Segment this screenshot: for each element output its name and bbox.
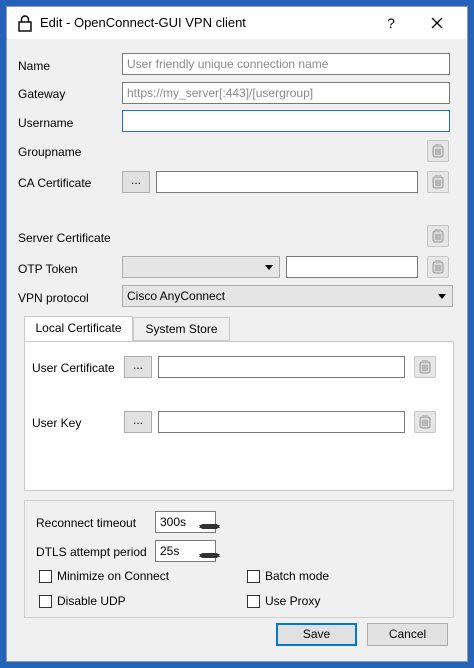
spin-up-button[interactable] bbox=[199, 542, 220, 557]
gateway-input[interactable]: https://my_server[:443]/[usergroup] bbox=[122, 82, 450, 104]
ca-certificate-input[interactable] bbox=[156, 171, 418, 193]
options-group: Reconnect timeout 300s DTLS attempt peri… bbox=[24, 500, 454, 618]
key-icon bbox=[432, 144, 444, 158]
user-certificate-input[interactable] bbox=[158, 356, 405, 378]
key-icon bbox=[432, 260, 444, 274]
key-icon bbox=[432, 229, 444, 243]
spin-buttons[interactable] bbox=[199, 542, 220, 560]
vpn-protocol-label: VPN protocol bbox=[18, 291, 89, 305]
minimize-on-connect-checkbox[interactable] bbox=[39, 570, 52, 583]
chevron-down-icon bbox=[438, 294, 446, 299]
dtls-attempt-period-spinbox[interactable]: 25s bbox=[155, 540, 220, 562]
arrow-down-icon bbox=[199, 525, 220, 538]
vpn-protocol-select[interactable]: Cisco AnyConnect bbox=[122, 285, 453, 307]
ca-certificate-save-button[interactable] bbox=[427, 171, 449, 193]
spin-buttons[interactable] bbox=[199, 513, 220, 531]
user-certificate-label: User Certificate bbox=[32, 361, 115, 375]
lock-icon bbox=[18, 15, 32, 32]
reconnect-timeout-value: 300s bbox=[160, 515, 187, 529]
minimize-on-connect-label: Minimize on Connect bbox=[57, 569, 170, 583]
close-icon bbox=[431, 17, 443, 29]
otp-token-label: OTP Token bbox=[18, 262, 78, 276]
spin-down-button[interactable] bbox=[199, 522, 220, 531]
gateway-placeholder: https://my_server[:443]/[usergroup] bbox=[127, 86, 314, 100]
use-proxy-checkbox[interactable] bbox=[247, 595, 260, 608]
disable-udp-checkbox[interactable] bbox=[39, 595, 52, 608]
user-key-save-button[interactable] bbox=[414, 411, 436, 433]
user-certificate-browse-button[interactable]: ... bbox=[124, 356, 152, 378]
batch-mode-label: Batch mode bbox=[265, 569, 330, 583]
help-button[interactable]: ? bbox=[380, 13, 402, 33]
tab-system-store[interactable]: System Store bbox=[133, 317, 230, 341]
groupname-label: Groupname bbox=[18, 145, 82, 159]
server-certificate-save-button[interactable] bbox=[427, 225, 449, 247]
server-certificate-label: Server Certificate bbox=[18, 231, 111, 245]
gateway-label: Gateway bbox=[18, 87, 66, 101]
groupname-save-button[interactable] bbox=[427, 140, 449, 162]
arrow-down-icon bbox=[199, 554, 220, 567]
otp-token-input[interactable] bbox=[286, 256, 418, 278]
user-key-label: User Key bbox=[32, 416, 82, 430]
tab-local-certificate[interactable]: Local Certificate bbox=[24, 316, 133, 341]
name-input[interactable]: User friendly unique connection name bbox=[122, 53, 450, 75]
user-key-input[interactable] bbox=[158, 411, 405, 433]
ca-browse-button[interactable]: ... bbox=[122, 171, 150, 193]
dialog-window: Edit - OpenConnect-GUI VPN client ? Name… bbox=[6, 6, 468, 662]
key-icon bbox=[419, 415, 431, 429]
name-placeholder: User friendly unique connection name bbox=[127, 57, 329, 71]
dtls-attempt-period-value: 25s bbox=[160, 544, 180, 558]
user-key-browse-button[interactable]: ... bbox=[124, 411, 152, 433]
vpn-protocol-value: Cisco AnyConnect bbox=[127, 289, 226, 303]
otp-token-save-button[interactable] bbox=[427, 256, 449, 278]
dtls-attempt-period-label: DTLS attempt period bbox=[36, 545, 147, 559]
otp-type-select[interactable] bbox=[122, 256, 280, 278]
user-certificate-save-button[interactable] bbox=[414, 356, 436, 378]
use-proxy-label: Use Proxy bbox=[265, 594, 321, 608]
window-title: Edit - OpenConnect-GUI VPN client bbox=[40, 15, 246, 30]
spin-up-button[interactable] bbox=[199, 513, 220, 528]
close-button[interactable] bbox=[425, 13, 449, 33]
reconnect-timeout-spinbox[interactable]: 300s bbox=[155, 511, 220, 533]
cancel-button[interactable]: Cancel bbox=[367, 623, 448, 646]
save-button[interactable]: Save bbox=[276, 623, 357, 646]
local-certificate-panel: User Certificate ... User Key ... bbox=[24, 341, 454, 491]
username-input[interactable] bbox=[122, 110, 450, 132]
spin-down-button[interactable] bbox=[199, 551, 220, 560]
username-label: Username bbox=[18, 116, 74, 130]
title-bar: Edit - OpenConnect-GUI VPN client ? bbox=[7, 7, 467, 39]
ca-certificate-label: CA Certificate bbox=[18, 176, 92, 190]
key-icon bbox=[419, 360, 431, 374]
name-label: Name bbox=[18, 59, 51, 73]
key-icon bbox=[432, 175, 444, 189]
batch-mode-checkbox[interactable] bbox=[247, 570, 260, 583]
disable-udp-label: Disable UDP bbox=[57, 594, 126, 608]
reconnect-timeout-label: Reconnect timeout bbox=[36, 516, 137, 530]
chevron-down-icon bbox=[265, 265, 273, 270]
